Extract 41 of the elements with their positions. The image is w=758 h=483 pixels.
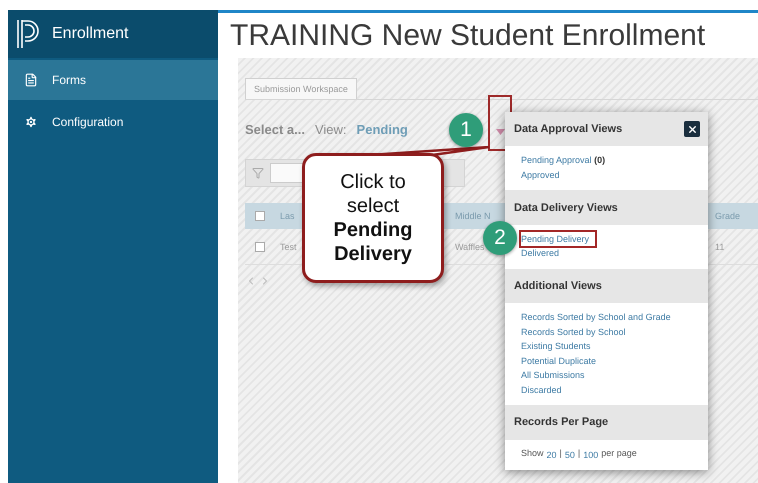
table-cell: Waffles — [455, 242, 485, 252]
tab[interactable]: Submission Workspace — [245, 78, 357, 99]
view-value[interactable]: Pending — [356, 122, 408, 137]
document-icon — [24, 73, 38, 87]
page-size-link[interactable]: 50 — [564, 448, 575, 462]
close-icon — [686, 124, 698, 135]
page-title: TRAINING New Student Enrollment — [229, 18, 706, 54]
page-size-link[interactable]: 100 — [583, 448, 598, 462]
sidebar-item[interactable]: Configuration — [8, 102, 218, 142]
section-title: Records Per Page — [514, 416, 608, 428]
close-button[interactable] — [684, 121, 700, 138]
page-size-link[interactable]: 20 — [546, 448, 557, 462]
table-cell: 11 — [715, 242, 724, 252]
view-link[interactable]: Records Sorted by School and Grade — [521, 310, 671, 325]
section-title: Data Delivery Views — [514, 202, 618, 214]
filter-icon[interactable] — [252, 167, 264, 179]
select-all-checkbox[interactable] — [255, 211, 265, 221]
view-link[interactable]: Approved — [521, 168, 560, 182]
app-title: Enrollment — [52, 25, 128, 43]
view-label: View: — [314, 122, 347, 137]
table-cell: Test — [280, 242, 297, 252]
separator-text: | — [578, 448, 580, 460]
per-page-label: per page — [601, 448, 637, 460]
gear-icon — [24, 115, 38, 129]
show-label: Show — [521, 448, 544, 460]
caret-icon[interactable] — [496, 129, 504, 135]
view-link[interactable]: Pending Delivery — [521, 232, 596, 246]
select-label: Select a... — [245, 122, 305, 137]
view-link[interactable]: Pending Approval (0) — [521, 153, 606, 168]
view-link[interactable]: Discarded — [521, 382, 562, 398]
sidebar-item[interactable]: Forms — [8, 60, 218, 100]
logo-icon — [16, 19, 42, 49]
view-link[interactable]: All Submissions — [521, 368, 585, 383]
separator-text: | — [560, 448, 562, 460]
view-link[interactable]: Records Sorted by School — [521, 324, 626, 340]
row-checkbox[interactable] — [255, 242, 265, 252]
view-link[interactable]: Existing Students — [521, 339, 591, 354]
view-link[interactable]: Potential Duplicate — [521, 354, 596, 368]
view-link[interactable]: Delivered — [521, 246, 560, 261]
section-title: Additional Views — [514, 280, 602, 292]
section-title: Data Approval Views — [514, 123, 622, 136]
